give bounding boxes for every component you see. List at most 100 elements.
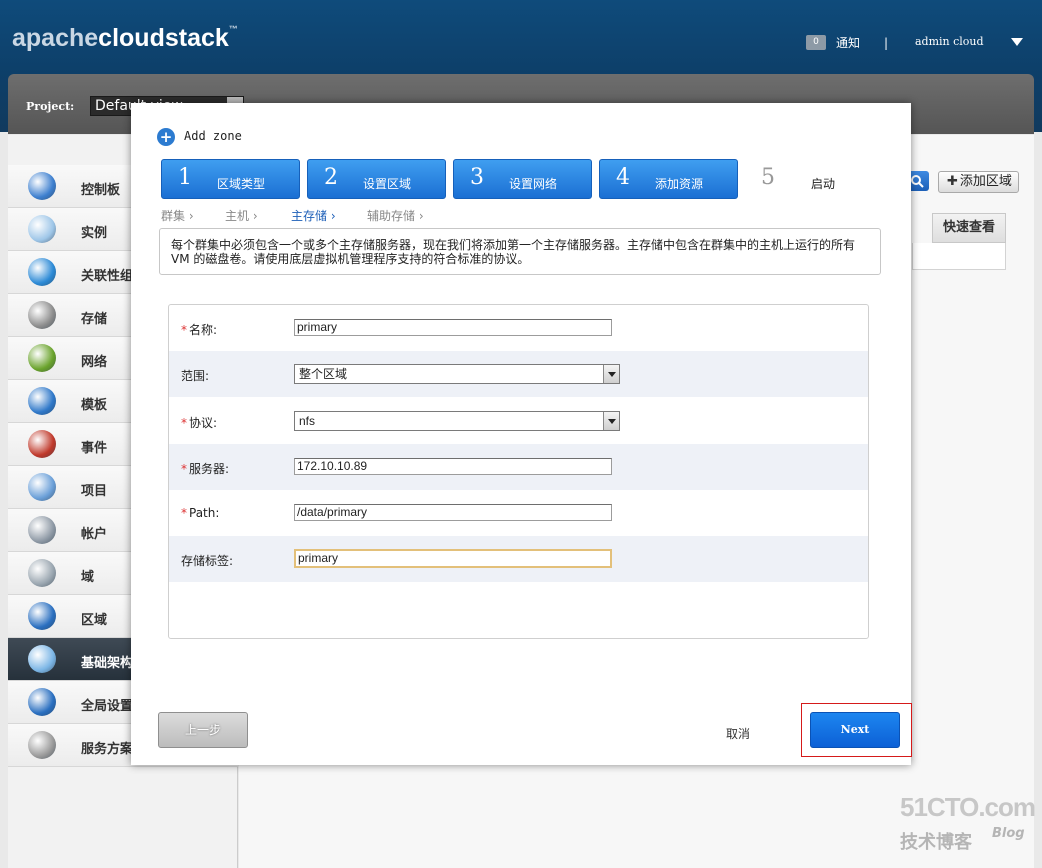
- step-label: 启动: [811, 177, 836, 191]
- plus-icon: ✚: [947, 174, 958, 189]
- chevron-down-icon: [603, 412, 619, 430]
- network-icon: [28, 344, 56, 372]
- step-number: 5: [761, 165, 775, 190]
- globe-icon: [28, 602, 56, 630]
- global-settings-icon: [28, 688, 56, 716]
- project-label: Project:: [26, 100, 75, 113]
- step-number: 4: [616, 165, 630, 190]
- scope-selected-value: 整个区域: [299, 367, 348, 381]
- dashboard-icon: [28, 172, 56, 200]
- required-star: *: [181, 506, 187, 520]
- scope-select[interactable]: 整个区域: [294, 364, 620, 384]
- name-label: * 名称:: [181, 321, 217, 338]
- user-icon: [28, 516, 56, 544]
- previous-button[interactable]: 上一步: [158, 712, 248, 748]
- substep-primary-storage: 主存储 ›: [291, 209, 336, 223]
- add-zone-label: 添加区域: [959, 174, 1012, 189]
- sidebar-item-label: 域: [81, 570, 95, 585]
- server-label: * 服务器:: [181, 460, 229, 477]
- step-label: 添加资源: [655, 177, 704, 191]
- sidebar-item-label: 网络: [81, 355, 108, 370]
- wizard-step-2: 2 设置区域: [307, 159, 446, 199]
- wizard-step-4: 4 添加资源: [599, 159, 738, 199]
- logo-prefix: apache: [12, 24, 99, 52]
- quick-view-column-header: 快速查看: [932, 213, 1006, 243]
- sidebar-item-label: 区域: [81, 613, 108, 628]
- watermark-sub: 技术博客: [900, 832, 972, 853]
- step-label: 设置网络: [509, 177, 558, 191]
- user-menu-caret-icon[interactable]: [1011, 38, 1023, 46]
- notification-count-badge[interactable]: 0: [806, 35, 826, 50]
- name-label-text: 名称:: [189, 323, 218, 337]
- sidebar-item-label: 服务方案: [81, 742, 134, 757]
- name-input[interactable]: primary: [294, 319, 612, 336]
- form-row-storage-tags: 存储标签: primary: [169, 536, 868, 582]
- domain-icon: [28, 559, 56, 587]
- sidebar-item-label: 关联性组: [81, 269, 134, 284]
- add-zone-dialog: + Add zone 1 区域类型 2 设置区域 3 设置网络 4 添加资源 5 启动 群…: [131, 103, 912, 765]
- step-number: 2: [324, 165, 338, 190]
- server-input[interactable]: 172.10.10.89: [294, 458, 612, 475]
- primary-storage-form: * 名称: primary 范围: 整个区域 * 协议: nfs * 服务器: 172…: [168, 304, 869, 639]
- server-label-text: 服务器:: [189, 462, 230, 476]
- dialog-title: Add zone: [184, 129, 242, 143]
- step-description: 每个群集中必须包含一个或多个主存储服务器，现在我们将添加第一个主存储服务器。主存…: [159, 228, 881, 275]
- logo-main: cloudstack: [98, 24, 229, 52]
- template-icon: [28, 387, 56, 415]
- cloudstack-logo: apachecloudstack™: [12, 24, 238, 53]
- chevron-down-icon: [603, 365, 619, 383]
- table-row: [912, 243, 1006, 270]
- path-input[interactable]: /data/primary: [294, 504, 612, 521]
- sidebar-item-label: 存储: [81, 312, 108, 327]
- form-row-path: * Path: /data/primary: [169, 490, 868, 536]
- watermark-blog: Blog: [992, 826, 1025, 841]
- form-row-scope: 范围: 整个区域: [169, 351, 868, 397]
- protocol-selected-value: nfs: [299, 414, 316, 428]
- protocol-label: * 协议:: [181, 414, 217, 431]
- required-star: *: [181, 323, 187, 337]
- substep-secondary-storage: 辅助存储 ›: [367, 209, 424, 223]
- notifications-link[interactable]: 通知: [836, 34, 860, 51]
- form-row-protocol: * 协议: nfs: [169, 398, 868, 444]
- step-number: 3: [470, 165, 484, 190]
- sidebar-item-label: 项目: [81, 484, 108, 499]
- gear-icon: [28, 731, 56, 759]
- required-star: *: [181, 416, 187, 430]
- form-row-name: * 名称: primary: [169, 305, 868, 351]
- user-menu-name[interactable]: admin cloud: [915, 35, 984, 48]
- sidebar-item-label: 实例: [81, 226, 108, 241]
- cloud-icon: [28, 215, 56, 243]
- substep-cluster: 群集 ›: [161, 209, 194, 223]
- sidebar-item-label: 全局设置: [81, 699, 134, 714]
- wizard-step-5: 5 启动: [761, 163, 861, 199]
- step-label: 区域类型: [217, 177, 266, 191]
- protocol-label-text: 协议:: [189, 416, 218, 430]
- protocol-select[interactable]: nfs: [294, 411, 620, 431]
- calendar-icon: [28, 430, 56, 458]
- storage-icon: [28, 301, 56, 329]
- infrastructure-icon: [28, 645, 56, 673]
- path-label-text: Path:: [189, 506, 220, 520]
- logo-tm: ™: [228, 24, 238, 34]
- sidebar-item-label: 事件: [81, 441, 108, 456]
- sidebar-item-label: 控制板: [81, 183, 121, 198]
- path-label: * Path:: [181, 506, 219, 520]
- sidebar-item-label: 模板: [81, 398, 108, 413]
- storage-tags-input[interactable]: primary: [294, 549, 612, 568]
- add-zone-plus-icon: +: [157, 128, 175, 146]
- required-star: *: [181, 462, 187, 476]
- cancel-button[interactable]: 取消: [726, 725, 750, 742]
- storage-tags-label: 存储标签:: [181, 554, 234, 568]
- substep-host: 主机 ›: [225, 209, 258, 223]
- watermark-site: 51CTO.com: [900, 792, 1036, 822]
- add-zone-button[interactable]: ✚ 添加区域: [938, 171, 1019, 193]
- next-button[interactable]: Next: [810, 712, 900, 748]
- form-row-server: * 服务器: 172.10.10.89: [169, 444, 868, 490]
- scope-label: 范围:: [181, 369, 210, 383]
- header-separator: |: [884, 36, 889, 50]
- step-number: 1: [178, 165, 192, 190]
- sidebar-item-label: 基础架构: [81, 656, 134, 671]
- sidebar-item-label: 帐户: [81, 527, 108, 542]
- wizard-step-3: 3 设置网络: [453, 159, 592, 199]
- folder-icon: [28, 473, 56, 501]
